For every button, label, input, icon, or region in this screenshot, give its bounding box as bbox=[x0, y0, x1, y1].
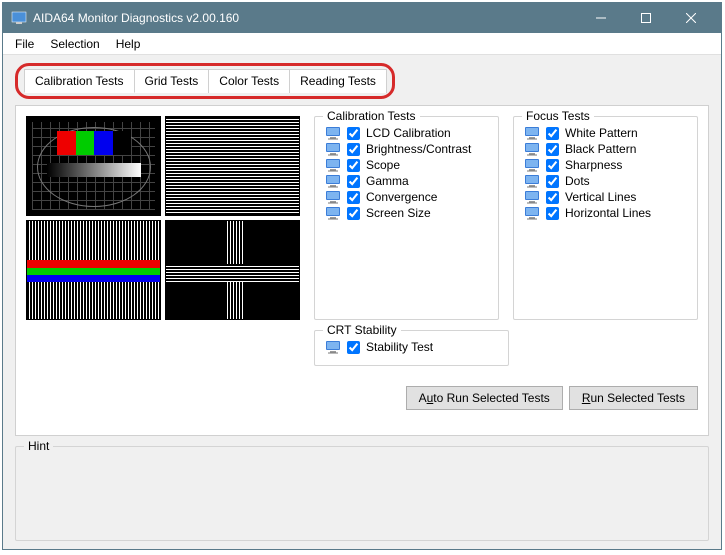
group-hint: Hint bbox=[15, 446, 709, 541]
calibration-checkbox[interactable] bbox=[347, 159, 360, 172]
calibration-item: LCD Calibration bbox=[325, 125, 488, 141]
calibration-checkbox[interactable] bbox=[347, 127, 360, 140]
monitor-icon bbox=[325, 189, 341, 205]
maximize-button[interactable] bbox=[623, 3, 668, 33]
monitor-icon bbox=[524, 157, 540, 173]
focus-label: Sharpness bbox=[565, 158, 622, 172]
calibration-item: Screen Size bbox=[325, 205, 488, 221]
monitor-icon bbox=[524, 173, 540, 189]
menubar: File Selection Help bbox=[3, 33, 721, 55]
window-title: AIDA64 Monitor Diagnostics v2.00.160 bbox=[33, 11, 578, 25]
tab-highlight: Calibration Tests Grid Tests Color Tests… bbox=[15, 63, 395, 99]
focus-checkbox[interactable] bbox=[546, 127, 559, 140]
content-area: Calibration Tests Grid Tests Color Tests… bbox=[3, 55, 721, 549]
focus-item: White Pattern bbox=[524, 125, 687, 141]
group-calibration-legend: Calibration Tests bbox=[323, 109, 420, 123]
calibration-label: Gamma bbox=[366, 174, 409, 188]
preview-cross-pattern[interactable] bbox=[165, 220, 300, 320]
focus-checkbox[interactable] bbox=[546, 191, 559, 204]
calibration-label: LCD Calibration bbox=[366, 126, 451, 140]
tab-panel: Calibration Tests LCD Calibration Brightn… bbox=[15, 105, 709, 436]
menu-selection[interactable]: Selection bbox=[42, 35, 107, 53]
monitor-icon bbox=[524, 205, 540, 221]
preview-horizontal-stripes[interactable] bbox=[165, 116, 300, 216]
calibration-item: Gamma bbox=[325, 173, 488, 189]
focus-checkbox[interactable] bbox=[546, 175, 559, 188]
monitor-icon bbox=[325, 125, 341, 141]
calibration-checkbox[interactable] bbox=[347, 191, 360, 204]
calibration-checkbox[interactable] bbox=[347, 175, 360, 188]
close-button[interactable] bbox=[668, 3, 713, 33]
focus-item: Dots bbox=[524, 173, 687, 189]
calibration-checkbox[interactable] bbox=[347, 207, 360, 220]
focus-item: Vertical Lines bbox=[524, 189, 687, 205]
hint-legend: Hint bbox=[24, 439, 53, 453]
monitor-icon bbox=[325, 205, 341, 221]
monitor-icon bbox=[524, 125, 540, 141]
preview-vertical-stripes[interactable] bbox=[26, 220, 161, 320]
monitor-icon bbox=[325, 141, 341, 157]
monitor-icon bbox=[325, 157, 341, 173]
monitor-icon bbox=[325, 339, 341, 355]
minimize-button[interactable] bbox=[578, 3, 623, 33]
group-crt-stability: CRT Stability Stability Test bbox=[314, 330, 509, 366]
menu-help[interactable]: Help bbox=[108, 35, 149, 53]
app-window: AIDA64 Monitor Diagnostics v2.00.160 Fil… bbox=[2, 2, 722, 550]
calibration-item: Brightness/Contrast bbox=[325, 141, 488, 157]
focus-checkbox[interactable] bbox=[546, 159, 559, 172]
preview-testcard[interactable] bbox=[26, 116, 161, 216]
titlebar: AIDA64 Monitor Diagnostics v2.00.160 bbox=[3, 3, 721, 33]
crt-item: Stability Test bbox=[325, 339, 498, 355]
group-focus-legend: Focus Tests bbox=[522, 109, 594, 123]
calibration-label: Brightness/Contrast bbox=[366, 142, 471, 156]
tab-calibration[interactable]: Calibration Tests bbox=[24, 69, 135, 93]
focus-item: Black Pattern bbox=[524, 141, 687, 157]
focus-label: Horizontal Lines bbox=[565, 206, 651, 220]
monitor-icon bbox=[325, 173, 341, 189]
focus-item: Horizontal Lines bbox=[524, 205, 687, 221]
focus-label: White Pattern bbox=[565, 126, 638, 140]
monitor-icon bbox=[524, 141, 540, 157]
tab-grid[interactable]: Grid Tests bbox=[134, 69, 210, 93]
thumbnail-grid bbox=[26, 116, 300, 320]
calibration-item: Convergence bbox=[325, 189, 488, 205]
tab-row: Calibration Tests Grid Tests Color Tests… bbox=[24, 69, 386, 93]
focus-label: Vertical Lines bbox=[565, 190, 636, 204]
group-calibration-tests: Calibration Tests LCD CalibrationBrightn… bbox=[314, 116, 499, 320]
calibration-label: Scope bbox=[366, 158, 400, 172]
focus-label: Dots bbox=[565, 174, 590, 188]
calibration-checkbox[interactable] bbox=[347, 143, 360, 156]
monitor-icon bbox=[524, 189, 540, 205]
crt-checkbox[interactable] bbox=[347, 341, 360, 354]
auto-run-button[interactable]: Auto Run Selected Tests bbox=[406, 386, 563, 410]
group-crt-legend: CRT Stability bbox=[323, 323, 401, 337]
tab-color[interactable]: Color Tests bbox=[208, 69, 290, 93]
app-icon bbox=[11, 10, 27, 26]
focus-label: Black Pattern bbox=[565, 142, 636, 156]
menu-file[interactable]: File bbox=[7, 35, 42, 53]
group-focus-tests: Focus Tests White PatternBlack PatternSh… bbox=[513, 116, 698, 320]
focus-item: Sharpness bbox=[524, 157, 687, 173]
calibration-label: Screen Size bbox=[366, 206, 431, 220]
calibration-item: Scope bbox=[325, 157, 488, 173]
calibration-label: Convergence bbox=[366, 190, 437, 204]
focus-checkbox[interactable] bbox=[546, 143, 559, 156]
crt-label: Stability Test bbox=[366, 340, 433, 354]
focus-checkbox[interactable] bbox=[546, 207, 559, 220]
run-button[interactable]: Run Selected Tests bbox=[569, 386, 698, 410]
tab-reading[interactable]: Reading Tests bbox=[289, 69, 387, 93]
